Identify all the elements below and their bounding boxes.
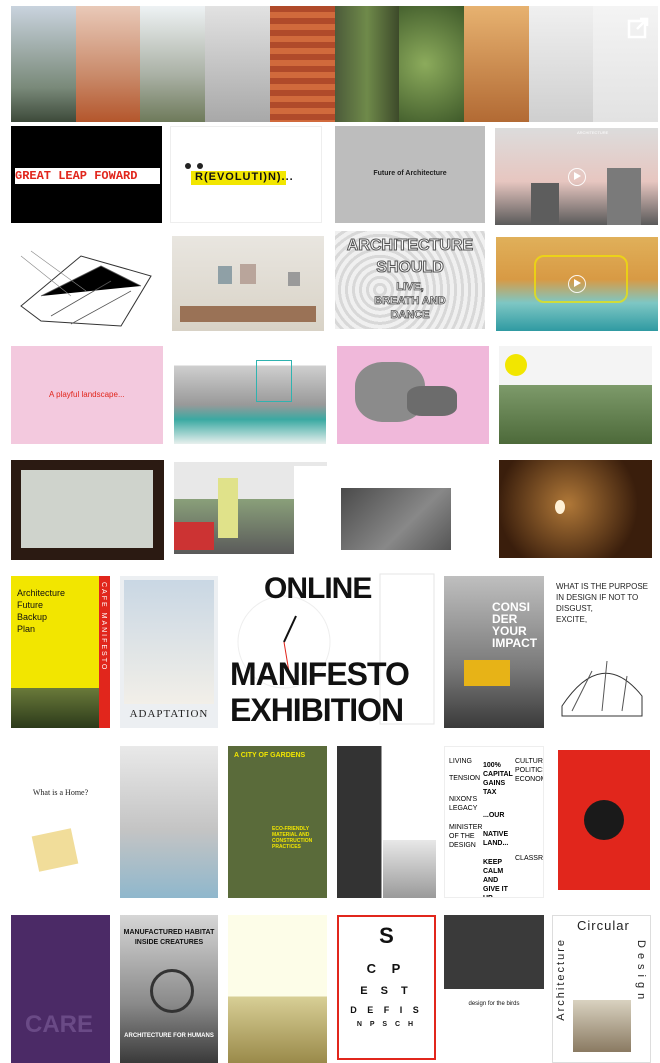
tile-care[interactable]: CARE [11, 915, 110, 1063]
tile-flood[interactable] [120, 746, 218, 898]
fbp-line-4: Plan [17, 624, 36, 634]
purpose-sketch [561, 660, 643, 717]
tile-adaptation[interactable]: ADAPTATION [120, 576, 218, 728]
play-icon[interactable] [568, 275, 586, 293]
manifesto-title: MANIFESTO [230, 656, 410, 692]
should-line-1: ARCHITECTURE [346, 237, 474, 255]
tile-video-city[interactable]: ARCHITECTURE [495, 128, 658, 225]
play-icon[interactable] [567, 167, 586, 186]
tile-future[interactable]: Future of Architecture [335, 126, 485, 223]
tile-playful[interactable]: A playful landscape... [11, 346, 163, 444]
habitat-line-2: INSIDE CREATURES [134, 939, 204, 946]
exhibition-title: EXHIBITION [230, 692, 404, 728]
tile-great-leap[interactable]: GREAT LEAP FOWARD [11, 126, 162, 223]
tile-habitat[interactable]: MANUFACTURED HABITAT INSIDE CREATURES AR… [120, 915, 218, 1063]
tile-red-circle[interactable] [558, 750, 650, 890]
architecture-vertical: Architecture [555, 938, 567, 1021]
tile-circular[interactable]: Circular Architecture Design [552, 915, 651, 1063]
should-line-5: DANCE [390, 309, 430, 322]
tile-words[interactable]: LIVING TENSION NIXON'S LEGACY MINISTER O… [444, 746, 544, 898]
sketch-drawing [20, 250, 152, 327]
city-gardens-title: A CITY OF GARDENS [234, 752, 306, 759]
circular-title: Circular [577, 918, 630, 933]
eco-text: ECO-FRIENDLY MATERIAL AND CONSTRUCTION P… [272, 826, 313, 850]
architecture-label: ARCHITECTURE [577, 130, 609, 135]
tile-consider-impact[interactable]: CONSI DER YOUR IMPACT [444, 576, 544, 728]
eye-line-3: E S T [360, 985, 413, 997]
tile-purpose[interactable]: WHAT IS THE PURPOSE IN DESIGN IF NOT TO … [552, 576, 651, 728]
tile-panels[interactable] [337, 746, 436, 898]
playful-title: A playful landscape... [49, 390, 125, 399]
care-title: CARE [25, 1011, 94, 1038]
cafe-manifesto-vertical: CAFE MANIFESTO [100, 582, 107, 672]
eye-line-1: S [379, 923, 394, 948]
tile-paper-board[interactable] [11, 460, 164, 560]
tile-should[interactable]: ARCHITECTURE SHOULD LIVE, BREATH AND DAN… [335, 231, 485, 329]
eye-line-5: N P S C H [356, 1021, 417, 1028]
great-leap-title: GREAT LEAP FOWARD [15, 168, 160, 184]
should-line-4: BREATH AND [374, 295, 446, 308]
tile-building-facade[interactable] [337, 462, 490, 554]
words-column-3: CULTURE POLITICS ECONOMY CLASSROS [515, 758, 544, 862]
fbp-line-1: Architecture [17, 588, 66, 598]
tile-yellow-sun[interactable] [499, 346, 652, 444]
purpose-line-4: EXCITE, [556, 615, 588, 624]
tile-green-roots[interactable] [228, 915, 327, 1063]
design-vertical: Design [635, 940, 647, 1005]
banner-strip[interactable] [11, 6, 658, 122]
tile-backup-plan[interactable]: Architecture Future Backup Plan CAFE MAN… [11, 576, 110, 728]
tile-sketch[interactable] [11, 236, 162, 331]
fbp-line-3: Backup [17, 612, 48, 622]
birds-title: design for the birds [468, 1001, 520, 1007]
tile-city-gardens[interactable]: A CITY OF GARDENS ECO-FRIENDLY MATERIAL … [228, 746, 327, 898]
online-title: ONLINE [264, 572, 372, 605]
tile-eye-chart[interactable]: S C P E S T D E F I S N P S C H [337, 915, 436, 1060]
tile-collage-animals[interactable] [174, 346, 326, 444]
adaptation-title: ADAPTATION [129, 708, 209, 720]
tile-gallery-room[interactable] [172, 236, 324, 331]
tile-revolution[interactable]: R(EVOLUTI)N)... [170, 126, 322, 223]
words-column-2: 100% CAPITAL GAINS TAX ...OUR NATIVE LAN… [483, 762, 513, 897]
tile-home[interactable]: What is a Home? [11, 746, 110, 898]
purpose-line-2: IN DESIGN IF NOT TO [556, 593, 639, 602]
tile-birds[interactable]: design for the birds [444, 915, 544, 1063]
purpose-line-1: WHAT IS THE PURPOSE [556, 582, 649, 591]
should-line-3: LIVE, [396, 281, 424, 294]
tile-video-landscape[interactable] [496, 237, 658, 331]
tile-street-tram[interactable] [174, 462, 327, 554]
external-link-icon[interactable] [626, 16, 650, 40]
consider-line-4: IMPACT [492, 636, 538, 650]
habitat-line-1: MANUFACTURED HABITAT [123, 929, 215, 936]
fbp-line-2: Future [17, 600, 44, 610]
future-title: Future of Architecture [373, 170, 447, 177]
tile-dark-room[interactable] [499, 460, 652, 558]
purpose-line-3: DISGUST, [556, 604, 593, 613]
home-title: What is a Home? [32, 788, 89, 797]
should-line-2: SHOULD [376, 259, 445, 277]
eye-line-2: C P [366, 961, 407, 976]
revolution-title: R(EVOLUTI)N)... [195, 171, 294, 183]
habitat-sub: ARCHITECTURE FOR HUMANS [124, 1033, 214, 1039]
tile-robot[interactable] [337, 346, 489, 444]
tile-online-manifesto[interactable]: ONLINE MANIFESTO EXHIBITION [230, 572, 436, 730]
eye-line-4: D E F I S [350, 1005, 423, 1015]
